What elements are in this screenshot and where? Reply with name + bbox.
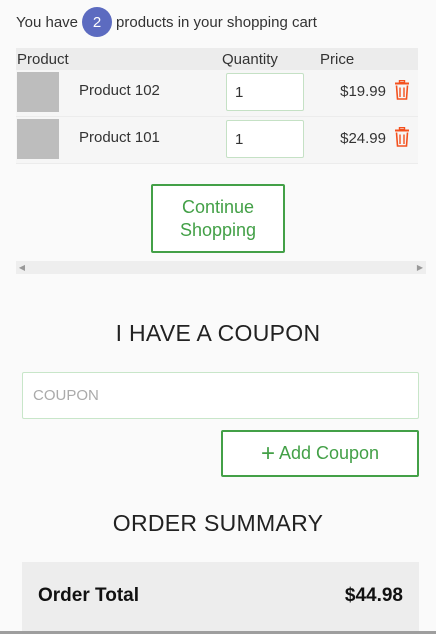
order-total-value: $44.98 [344, 585, 403, 606]
product-name: Product 101 [79, 129, 160, 146]
chevron-left-icon[interactable]: ◀ [16, 261, 28, 274]
order-summary-heading: ORDER SUMMARY [112, 510, 324, 536]
chevron-right-icon[interactable]: ▶ [414, 261, 426, 274]
quantity-input[interactable] [226, 73, 304, 111]
continue-shopping-button[interactable]: Continue Shopping [151, 184, 285, 253]
product-price: $19.99 [340, 83, 386, 100]
cart-count-badge: 2 [82, 7, 113, 37]
product-thumbnail [17, 72, 59, 112]
trash-icon[interactable] [394, 79, 410, 100]
table-row: Product 102 $19.99 [16, 70, 418, 117]
order-total-label: Order Total [38, 585, 139, 606]
order-summary-box: Order Total $44.98 [22, 562, 419, 634]
coupon-input[interactable] [22, 372, 419, 419]
horizontal-scrollbar[interactable]: ◀ ▶ [16, 261, 426, 274]
product-price: $24.99 [340, 130, 386, 147]
quantity-input[interactable] [226, 120, 304, 158]
product-thumbnail [17, 119, 59, 159]
table-row: Product 101 $24.99 [16, 117, 418, 164]
cart-table-header: Product Quantity Price [16, 48, 418, 70]
cart-table: Product Quantity Price Product 102 $19.9… [16, 48, 418, 164]
coupon-heading: I HAVE A COUPON [115, 320, 321, 346]
cart-summary-suffix: products in your shopping cart [116, 13, 317, 31]
cart-summary: You have 2 products in your shopping car… [16, 7, 317, 37]
column-header-price: Price [320, 51, 355, 68]
column-header-quantity: Quantity [222, 51, 278, 68]
cart-summary-prefix: You have [16, 13, 79, 31]
plus-icon: + [260, 439, 275, 467]
product-name: Product 102 [79, 82, 160, 99]
trash-icon[interactable] [394, 126, 410, 147]
add-coupon-label: Add Coupon [278, 443, 380, 463]
add-coupon-button[interactable]: + Add Coupon [221, 430, 419, 477]
shopping-cart-page: You have 2 products in your shopping car… [0, 0, 436, 634]
column-header-product: Product [17, 51, 69, 68]
